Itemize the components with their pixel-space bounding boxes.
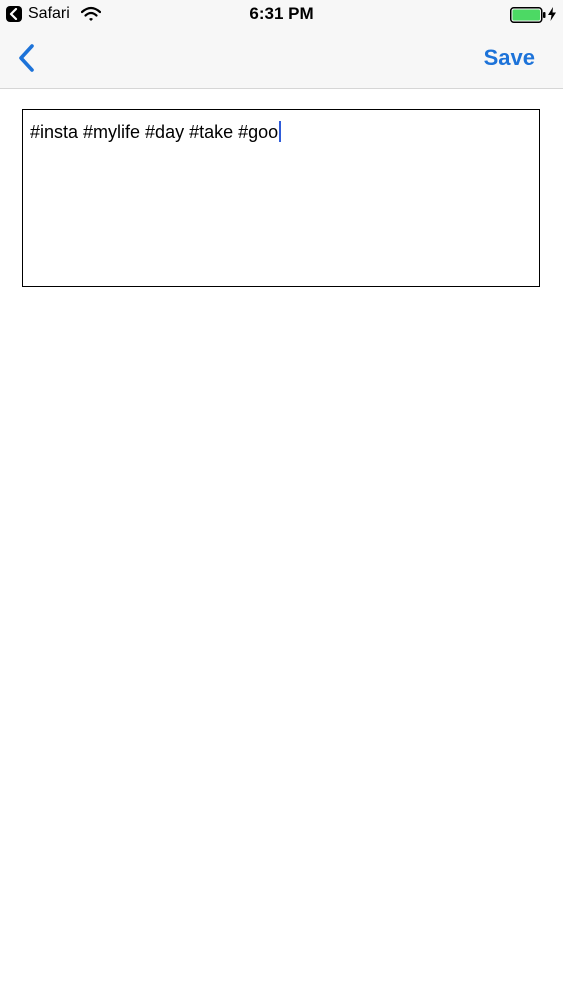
- status-bar: Safari 6:31 PM: [0, 0, 563, 28]
- back-button[interactable]: [12, 42, 42, 74]
- navigation-bar: Save: [0, 28, 563, 89]
- text-field-content: #insta #mylife #day #take #goo: [30, 122, 279, 142]
- text-cursor: [279, 121, 282, 142]
- save-button[interactable]: Save: [484, 44, 535, 72]
- text-field-value: #insta #mylife #day #take #goo: [30, 121, 282, 143]
- charging-bolt-icon: [548, 7, 556, 21]
- battery-icon: [510, 7, 546, 23]
- chevron-left-icon: [19, 44, 34, 72]
- hashtag-text-field[interactable]: #insta #mylife #day #take #goo: [22, 109, 540, 287]
- status-time: 6:31 PM: [249, 4, 314, 23]
